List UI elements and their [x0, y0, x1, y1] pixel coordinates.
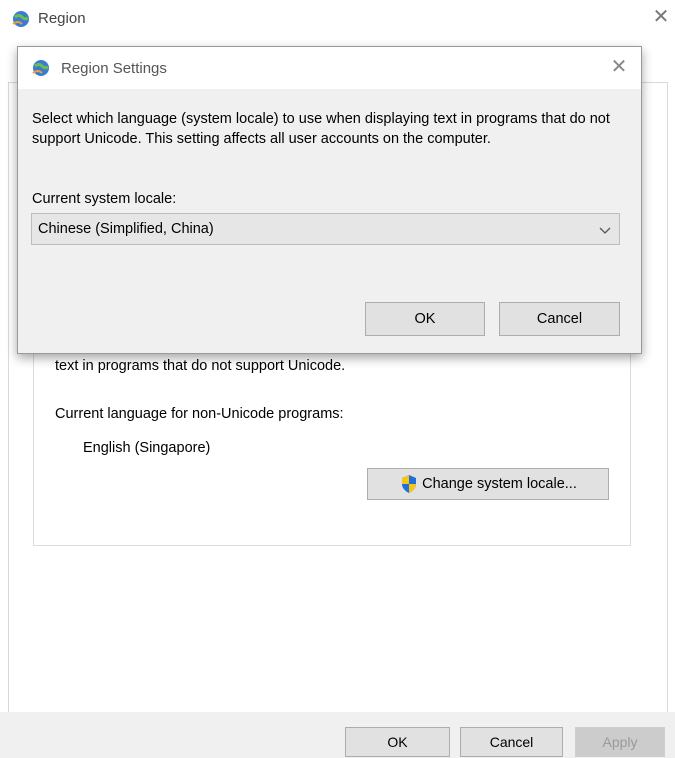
globe-icon — [32, 60, 49, 76]
close-icon[interactable]: ✕ — [608, 56, 630, 78]
close-icon[interactable]: ✕ — [650, 6, 672, 28]
dialog-title: Region Settings — [61, 60, 167, 77]
system-locale-dropdown[interactable]: Chinese (Simplified, China) — [31, 213, 620, 245]
current-language-label: Current language for non-Unicode program… — [55, 406, 344, 422]
ok-button[interactable]: OK — [345, 727, 450, 757]
change-system-locale-button[interactable]: Change system locale... — [367, 468, 609, 500]
chevron-down-icon — [599, 227, 611, 234]
current-language-value: English (Singapore) — [83, 440, 211, 456]
globe-icon — [12, 11, 29, 27]
shield-icon — [402, 475, 417, 493]
cancel-button[interactable]: Cancel — [460, 727, 563, 757]
region-settings-dialog: Region Settings ✕ Select which language … — [17, 46, 642, 354]
dialog-titlebar: Region Settings ✕ — [18, 47, 641, 89]
change-system-locale-label: Change system locale... — [422, 476, 577, 492]
apply-button[interactable]: Apply — [575, 727, 665, 757]
dialog-cancel-button[interactable]: Cancel — [499, 302, 620, 336]
non-unicode-description: text in programs that do not support Uni… — [55, 358, 346, 374]
system-locale-label: Current system locale: — [32, 191, 177, 207]
locale-description: Select which language (system locale) to… — [32, 111, 610, 147]
window-title: Region — [38, 10, 86, 27]
dialog-ok-button[interactable]: OK — [365, 302, 485, 336]
window-footer — [0, 712, 675, 758]
system-locale-value: Chinese (Simplified, China) — [38, 221, 214, 237]
